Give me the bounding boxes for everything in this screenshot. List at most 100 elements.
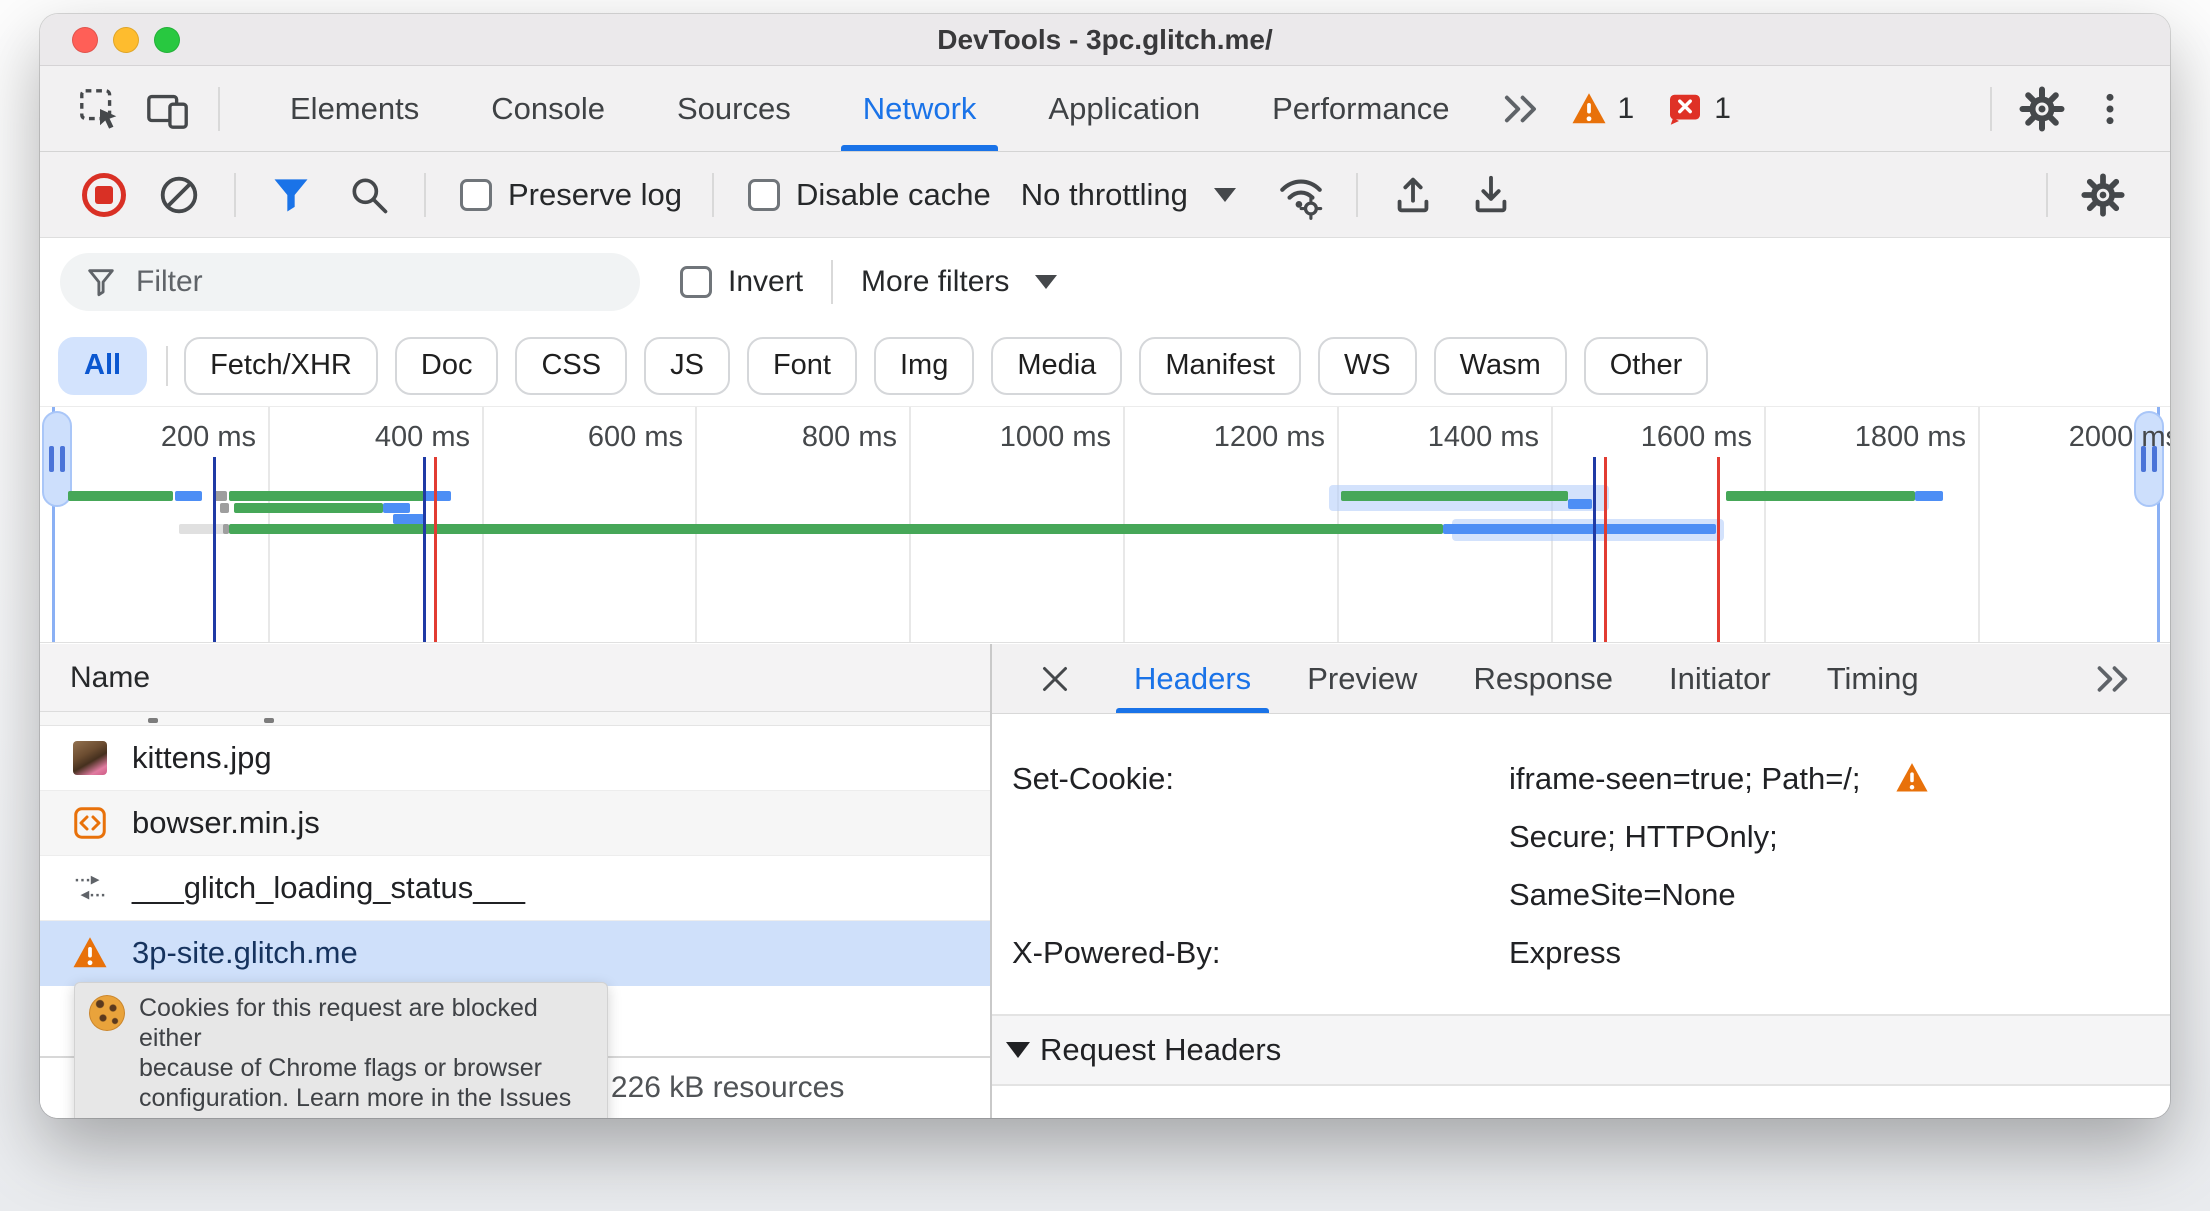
waterfall-segment (393, 514, 424, 524)
close-details-icon[interactable] (1032, 656, 1078, 702)
tab-sources[interactable]: Sources (641, 66, 827, 151)
script-icon (70, 803, 110, 843)
filter-funnel-icon[interactable] (266, 170, 316, 220)
waterfall-segment (179, 524, 227, 534)
request-row-3p-site-glitch-me[interactable]: 3p-site.glitch.me (40, 921, 990, 986)
chip-wasm[interactable]: Wasm (1433, 336, 1567, 395)
minimize-window-button[interactable] (113, 27, 139, 53)
request-details-panel: Headers Preview Response Initiator Timing Se… (990, 644, 2170, 1118)
chip-manifest[interactable]: Manifest (1139, 336, 1301, 395)
more-tabs-icon[interactable] (1496, 85, 1544, 133)
name-column-header[interactable]: Name (40, 644, 990, 712)
cookie-warning-icon[interactable] (1893, 761, 1933, 797)
partial-request-row[interactable] (40, 712, 990, 726)
request-headers-section[interactable]: Request Headers (992, 1014, 2170, 1086)
network-toolbar: Preserve log Disable cache No throttling (40, 152, 2170, 238)
detail-tab-timing[interactable]: Timing (1799, 644, 1947, 713)
header-name: Set-Cookie: (1012, 761, 1174, 796)
network-settings-gear-icon[interactable] (2078, 170, 2128, 220)
timeline-tick-label: 1400 ms (1427, 421, 1539, 453)
device-toolbar-icon[interactable] (144, 85, 192, 133)
search-icon[interactable] (344, 170, 394, 220)
tab-network[interactable]: Network (827, 66, 1013, 151)
chevron-down-icon (1213, 187, 1236, 202)
header-value: iframe-seen=true; Path=/; Secure; HTTPOnl… (1509, 750, 2170, 924)
timeline-tick-label: 400 ms (374, 421, 470, 453)
tab-performance[interactable]: Performance (1236, 66, 1485, 151)
tab-console[interactable]: Console (455, 66, 641, 151)
timeline-tick-label: 1000 ms (999, 421, 1111, 453)
export-har-icon[interactable] (1466, 170, 1516, 220)
errors-badge[interactable]: 1 (1666, 91, 1731, 127)
detail-tab-initiator[interactable]: Initiator (1641, 644, 1799, 713)
request-row-kittens-jpg[interactable]: kittens.jpg (40, 726, 990, 791)
disable-cache-checkbox[interactable] (748, 178, 781, 211)
detail-tab-preview[interactable]: Preview (1279, 644, 1445, 713)
header-value: Express (1509, 924, 2170, 982)
request-row-glitch-loading-status[interactable]: ___glitch_loading_status___ (40, 856, 990, 921)
warnings-badge[interactable]: 1 (1570, 91, 1635, 127)
chip-media[interactable]: Media (991, 336, 1123, 395)
load-event-line (1604, 457, 1607, 642)
timeline-tick-label: 1600 ms (1640, 421, 1752, 453)
header-value-line: iframe-seen=true; Path=/; (1509, 750, 2170, 808)
window-title: DevTools - 3pc.glitch.me/ (937, 23, 1273, 55)
divider (1990, 86, 1992, 131)
section-collapse-icon (1006, 1042, 1030, 1058)
chip-fetch-xhr[interactable]: Fetch/XHR (184, 336, 378, 395)
chip-img[interactable]: Img (873, 336, 975, 395)
header-value-line: Express (1509, 924, 2170, 982)
inspect-element-icon[interactable] (76, 85, 124, 133)
request-row-bowser-min-js[interactable]: bowser.min.js (40, 791, 990, 856)
network-overview[interactable]: 200 ms 400 ms 600 ms 800 ms 1000 ms 1200 ms 14… (40, 406, 2170, 643)
filter-pill[interactable] (60, 253, 640, 311)
warning-count: 1 (1617, 91, 1635, 125)
throttling-dropdown[interactable]: No throttling (1021, 177, 1236, 213)
settings-gear-icon[interactable] (2018, 85, 2066, 133)
detail-tab-response[interactable]: Response (1445, 644, 1641, 713)
tab-application[interactable]: Application (1012, 66, 1236, 151)
kebab-menu-icon[interactable] (2086, 85, 2134, 133)
xhr-icon (70, 868, 110, 908)
preserve-log-checkbox[interactable] (460, 178, 492, 211)
section-title: Request Headers (1040, 1032, 1282, 1067)
waterfall-segment (1341, 491, 1568, 501)
timeline-tick-label: 800 ms (801, 421, 897, 453)
domcontentloaded-line (213, 457, 216, 642)
chip-font[interactable]: Font (746, 336, 857, 395)
header-name: X-Powered-By: (1012, 935, 1221, 970)
chip-all[interactable]: All (58, 336, 148, 395)
chip-css[interactable]: CSS (515, 336, 628, 395)
tab-elements[interactable]: Elements (254, 66, 455, 151)
throttling-value: No throttling (1020, 176, 1188, 212)
chip-ws[interactable]: WS (1317, 336, 1417, 395)
name-column-label: Name (70, 660, 151, 694)
tooltip-text-line: configuration. Learn more in the Issues … (139, 1084, 572, 1118)
detail-tab-headers[interactable]: Headers (1106, 644, 1279, 713)
waterfall-segment (175, 491, 202, 501)
waterfall-segment (234, 503, 383, 513)
chip-other[interactable]: Other (1583, 336, 1709, 395)
domcontentloaded-line (423, 457, 426, 642)
waterfall-segment (220, 503, 229, 513)
close-window-button[interactable] (72, 27, 98, 53)
zoom-window-button[interactable] (154, 27, 180, 53)
waterfall-segment (1726, 491, 1915, 501)
chip-js[interactable]: JS (644, 336, 730, 395)
warning-icon (70, 933, 110, 973)
request-name: kittens.jpg (132, 740, 272, 775)
network-conditions-icon[interactable] (1276, 170, 1326, 220)
import-har-icon[interactable] (1388, 170, 1438, 220)
waterfall-segment (229, 524, 1443, 534)
invert-label: Invert (728, 265, 804, 298)
waterfall-segment (1568, 499, 1592, 509)
more-filters-dropdown[interactable]: More filters (861, 265, 1058, 299)
response-header-set-cookie: Set-Cookie: iframe-seen=true; Path=/; Secu… (992, 750, 2170, 924)
chip-doc[interactable]: Doc (394, 336, 499, 395)
filter-input[interactable] (136, 265, 556, 299)
request-header-authority: :authority:3p-site.glitch.me (992, 1104, 2170, 1118)
invert-checkbox[interactable] (680, 266, 712, 298)
record-network-log-button[interactable] (82, 172, 126, 217)
clear-network-log-icon[interactable] (154, 170, 204, 220)
more-detail-tabs-icon[interactable] (2084, 659, 2140, 699)
